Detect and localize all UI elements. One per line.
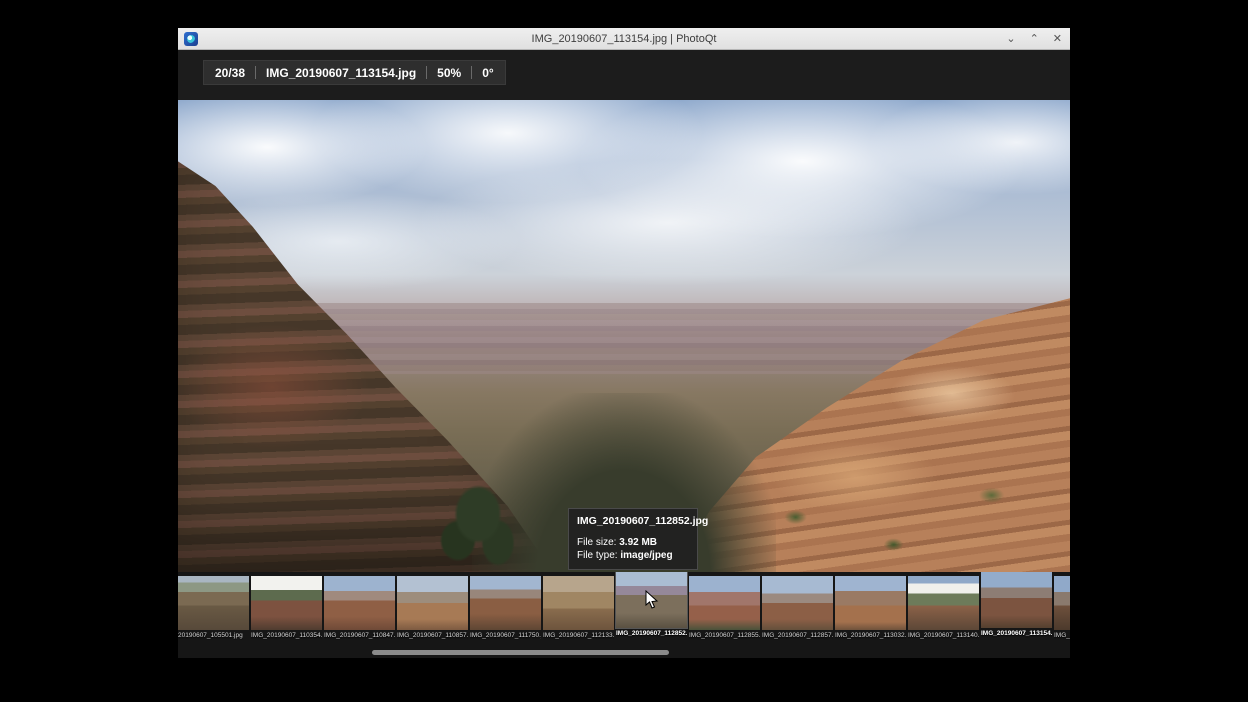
window-title: IMG_20190607_113154.jpg | PhotoQt (178, 33, 1070, 45)
thumbnail-strip: 20190607_105501.jpg IMG_20190607_110354.… (178, 572, 1070, 658)
thumbnail-label: IMG_20190607_110857.jpg (397, 632, 468, 640)
thumbnail-scrollbar[interactable] (372, 650, 669, 655)
thumbnail-image[interactable] (397, 576, 468, 630)
tooltip-filename: IMG_20190607_112852.jpg (577, 515, 689, 527)
thumbnail-label: IMG_20190607_112852.jpg (616, 630, 687, 638)
thumbnail-item[interactable]: IMG_20190607_113140.jpg (908, 576, 979, 640)
thumbnail-label: IMG_20190607_113154.jpg (981, 630, 1052, 638)
thumbnail-image[interactable] (981, 572, 1052, 628)
thumbnail-tooltip: IMG_20190607_112852.jpg File size: 3.92 … (568, 508, 698, 570)
tooltip-file-size: File size: 3.92 MB (577, 536, 689, 549)
maximize-button[interactable]: ⌃ (1030, 28, 1039, 50)
thumbnail-image[interactable] (178, 576, 249, 630)
thumbnail-image[interactable] (324, 576, 395, 630)
thumbnail-image[interactable] (908, 576, 979, 630)
zoom-level: 50% (437, 66, 461, 80)
thumbnail-item[interactable]: IMG_20190607_111750.jpg (470, 576, 541, 640)
close-button[interactable]: ✕ (1053, 28, 1062, 50)
photoqt-logo-swirl (187, 35, 195, 43)
thumbnail-label: IMG_20190607_112857.jpg (762, 632, 833, 640)
thumbnail-label: IMG_201906 (1054, 632, 1070, 640)
thumbnail-item[interactable]: IMG_20190607_112855.jpg (689, 576, 760, 640)
main-image[interactable] (178, 100, 1070, 572)
thumbnail-item[interactable]: IMG_20190607_110857.jpg (397, 576, 468, 640)
mouse-cursor (644, 590, 660, 610)
photoqt-app-icon (184, 32, 198, 46)
thumbnail-item[interactable]: IMG_20190607_113154.jpg (981, 572, 1052, 638)
photoqt-window: IMG_20190607_113154.jpg | PhotoQt ⌄ ⌃ ✕ … (178, 28, 1070, 658)
thumbnail-image[interactable] (543, 576, 614, 630)
infobar-divider (471, 66, 472, 79)
thumbnail-image[interactable] (689, 576, 760, 630)
thumbnail-label: IMG_20190607_110847.jpg (324, 632, 395, 640)
tooltip-file-type: File type: image/jpeg (577, 549, 689, 562)
thumbnail-item[interactable]: IMG_20190607_112857.jpg (762, 576, 833, 640)
thumbnail-label: IMG_20190607_111750.jpg (470, 632, 541, 640)
tooltip-spacer (577, 527, 689, 536)
thumbnail-image[interactable] (1054, 576, 1070, 630)
viewer-content: 20/38 IMG_20190607_113154.jpg 50% 0° IMG… (178, 50, 1070, 658)
rotation-angle: 0° (482, 66, 493, 80)
thumbnail-item[interactable]: IMG_20190607_110354.jpg (251, 576, 322, 640)
thumbnail-image[interactable] (470, 576, 541, 630)
image-info-bar[interactable]: 20/38 IMG_20190607_113154.jpg 50% 0° (203, 60, 506, 85)
thumbnail-label: 20190607_105501.jpg (178, 632, 249, 640)
thumbnail-item[interactable]: 20190607_105501.jpg (178, 576, 249, 640)
infobar-divider (255, 66, 256, 79)
image-filename: IMG_20190607_113154.jpg (266, 66, 416, 80)
thumbnail-label: IMG_20190607_110354.jpg (251, 632, 322, 640)
thumbnail-image[interactable] (251, 576, 322, 630)
thumbnail-item[interactable]: IMG_20190607_113032.jpg (835, 576, 906, 640)
title-bar[interactable]: IMG_20190607_113154.jpg | PhotoQt ⌄ ⌃ ✕ (178, 28, 1070, 50)
tree-silhouette (428, 467, 528, 572)
thumbnail-label: IMG_20190607_112855.jpg (689, 632, 760, 640)
thumbnail-image[interactable] (835, 576, 906, 630)
thumbnail-label: IMG_20190607_113140.jpg (908, 632, 979, 640)
thumbnail-label: IMG_20190607_113032.jpg (835, 632, 906, 640)
thumbnail-item[interactable]: IMG_20190607_112133.jpg (543, 576, 614, 640)
thumbnail-item[interactable]: IMG_201906 (1054, 576, 1070, 640)
window-controls: ⌄ ⌃ ✕ (1006, 28, 1062, 50)
thumbnail-item[interactable]: IMG_20190607_110847.jpg (324, 576, 395, 640)
image-counter: 20/38 (215, 66, 245, 80)
thumbnail-label: IMG_20190607_112133.jpg (543, 632, 614, 640)
infobar-divider (426, 66, 427, 79)
thumbnail-image[interactable] (762, 576, 833, 630)
minimize-button[interactable]: ⌄ (1006, 28, 1015, 50)
